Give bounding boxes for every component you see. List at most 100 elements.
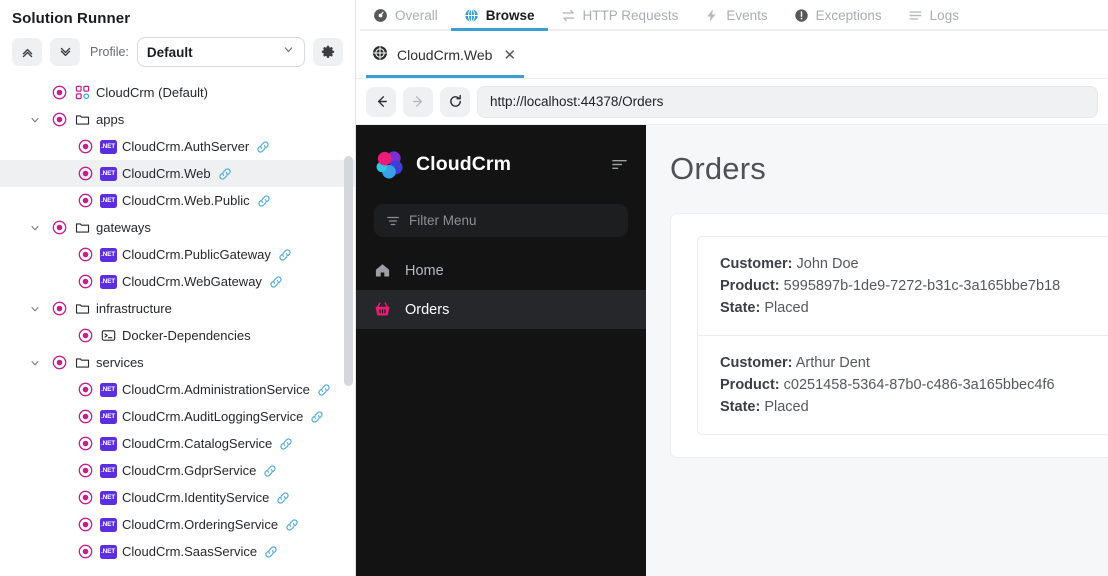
tree-row[interactable]: infrastructure — [0, 295, 355, 322]
collapse-all-button[interactable] — [12, 38, 42, 66]
tree-row[interactable]: .NETCloudCrm.OrderingService — [0, 511, 355, 538]
browser-tab-cloudcrm-web[interactable]: CloudCrm.Web ✕ — [366, 31, 524, 78]
run-button[interactable] — [74, 436, 96, 451]
reload-button[interactable] — [440, 87, 470, 117]
run-status-icon — [78, 544, 93, 559]
tree-row[interactable]: .NETCloudCrm.AuditLoggingService — [0, 403, 355, 430]
open-link-icon[interactable] — [285, 518, 299, 532]
run-button[interactable] — [74, 382, 96, 397]
run-button[interactable] — [74, 544, 96, 559]
run-button[interactable] — [74, 463, 96, 478]
order-state-label: State: — [720, 300, 760, 316]
tab-exceptions[interactable]: Exceptions — [781, 0, 895, 30]
tree-row[interactable]: gateways — [0, 214, 355, 241]
run-button[interactable] — [48, 301, 70, 316]
open-link-icon[interactable] — [278, 248, 292, 262]
tree-row[interactable]: CloudCrm (Default) — [0, 79, 355, 106]
settings-button[interactable] — [313, 38, 343, 66]
basket-icon — [374, 301, 392, 318]
tree-scrollbar[interactable] — [343, 36, 354, 572]
filter-menu-input[interactable]: Filter Menu — [374, 204, 628, 237]
open-link-icon[interactable] — [256, 140, 270, 154]
open-link-icon[interactable] — [257, 194, 271, 208]
run-button[interactable] — [74, 139, 96, 154]
run-button[interactable] — [74, 490, 96, 505]
link-icon — [257, 194, 271, 208]
tab-http-requests[interactable]: HTTP Requests — [548, 0, 692, 30]
tree-row[interactable]: .NETCloudCrm.Web.Public — [0, 187, 355, 214]
run-button[interactable] — [74, 247, 96, 262]
tree-row[interactable]: .NETCloudCrm.WebGateway — [0, 268, 355, 295]
tree-twisty-toggle[interactable] — [22, 357, 48, 369]
run-button[interactable] — [74, 328, 96, 343]
run-status-icon — [78, 328, 93, 343]
open-link-icon[interactable] — [263, 464, 277, 478]
tree-twisty-toggle[interactable] — [22, 303, 48, 315]
browser-tab-label: CloudCrm.Web — [397, 47, 492, 63]
open-link-icon[interactable] — [269, 275, 283, 289]
forward-button[interactable] — [403, 87, 433, 117]
run-button[interactable] — [74, 517, 96, 532]
run-button[interactable] — [74, 409, 96, 424]
tree-row[interactable]: .NET CloudCrm.AdministrationService — [0, 376, 355, 403]
dotnet-badge: .NET — [100, 383, 117, 397]
url-input[interactable]: http://localhost:44378/Orders — [477, 86, 1098, 118]
run-status-icon — [52, 112, 67, 127]
open-link-icon[interactable] — [310, 410, 324, 424]
dotnet-icon: .NET — [96, 491, 120, 505]
tree-twisty-toggle[interactable] — [22, 222, 48, 234]
tab-underline — [895, 28, 972, 31]
order-customer-label: Customer: — [720, 355, 793, 371]
tree-row-label: CloudCrm.AdministrationService — [122, 382, 310, 397]
run-button[interactable] — [48, 220, 70, 235]
run-button[interactable] — [74, 193, 96, 208]
tab-overall[interactable]: Overall — [360, 0, 451, 30]
order-state-value: Placed — [760, 300, 808, 316]
profile-select[interactable]: Default — [137, 37, 305, 67]
tree-twisty-toggle[interactable] — [22, 114, 48, 126]
tree-row-label: CloudCrm.CatalogService — [122, 436, 272, 451]
tab-logs[interactable]: Logs — [895, 0, 972, 30]
folder-icon — [75, 301, 90, 316]
tree-row[interactable]: .NETCloudCrm.IdentityService — [0, 484, 355, 511]
run-button[interactable] — [74, 166, 96, 181]
back-button[interactable] — [366, 87, 396, 117]
run-button[interactable] — [74, 274, 96, 289]
open-link-icon[interactable] — [264, 545, 278, 559]
close-icon[interactable]: ✕ — [503, 46, 516, 64]
open-link-icon[interactable] — [279, 437, 293, 451]
tree-row[interactable]: Docker-Dependencies — [0, 322, 355, 349]
menu-collapse-icon[interactable] — [611, 156, 628, 173]
open-link-icon[interactable] — [317, 383, 331, 397]
tree-row-label: CloudCrm.IdentityService — [122, 490, 269, 505]
tree-row[interactable]: services — [0, 349, 355, 376]
order-state-value: Placed — [760, 399, 808, 415]
dotnet-badge: .NET — [100, 410, 117, 424]
dotnet-icon: .NET — [96, 518, 120, 532]
run-button[interactable] — [48, 112, 70, 127]
lines-icon — [908, 8, 923, 23]
tree-row[interactable]: .NETCloudCrm.AuthServer — [0, 133, 355, 160]
order-customer-line: Customer: John Doe — [720, 253, 1108, 275]
open-link-icon[interactable] — [218, 167, 232, 181]
tab-events[interactable]: Events — [691, 0, 780, 30]
tree-row[interactable]: .NETCloudCrm.GdprService — [0, 457, 355, 484]
run-button[interactable] — [48, 85, 70, 100]
order-state-line: State: Placed — [720, 297, 1108, 319]
tree-row[interactable]: .NETCloudCrm.CatalogService — [0, 430, 355, 457]
webapp-nav-item-orders[interactable]: Orders — [356, 290, 646, 329]
tree-row[interactable]: apps — [0, 106, 355, 133]
tab-browse[interactable]: Browse — [451, 0, 548, 30]
tree-scrollbar-thumb[interactable] — [344, 156, 353, 386]
tree-row[interactable]: .NETCloudCrm.Web — [0, 160, 355, 187]
tree-row-label: services — [96, 355, 144, 370]
link-icon — [263, 464, 277, 478]
expand-all-button[interactable] — [50, 38, 80, 66]
open-link-icon[interactable] — [276, 491, 290, 505]
home-icon — [374, 262, 392, 279]
webapp-nav-item-home[interactable]: Home — [356, 251, 646, 290]
exclamation-circle-icon — [794, 8, 809, 23]
tree-row[interactable]: .NETCloudCrm.SaasService — [0, 538, 355, 565]
tree-row[interactable]: .NETCloudCrm.PublicGateway — [0, 241, 355, 268]
run-button[interactable] — [48, 355, 70, 370]
